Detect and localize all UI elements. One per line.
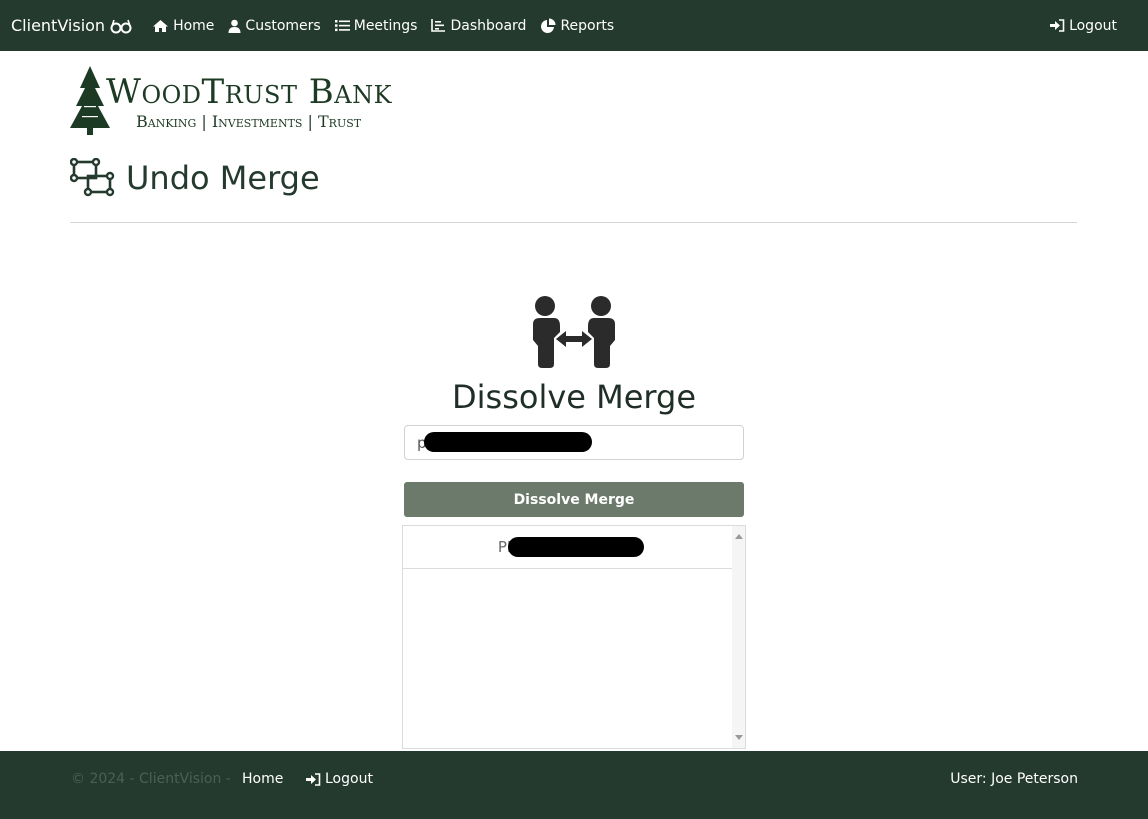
current-user: User: Joe Peterson — [950, 771, 1078, 787]
footer-logout-link[interactable]: Logout — [306, 771, 373, 787]
brand[interactable]: ClientVision — [11, 16, 132, 35]
redaction-bar — [508, 537, 644, 557]
bank-logo: WoodTrust Bank Banking | Investments | T… — [70, 66, 440, 138]
footer-home-link[interactable]: Home — [242, 771, 283, 787]
dissolve-merge-button[interactable]: Dissolve Merge — [404, 482, 744, 517]
people-arrows-icon — [533, 296, 615, 368]
nav-customers-label: Customers — [245, 17, 321, 34]
nav-reports-label: Reports — [560, 17, 615, 34]
glasses-icon — [110, 19, 132, 33]
page-header: Undo Merge — [70, 158, 320, 198]
nav-dashboard-label: Dashboard — [450, 17, 527, 34]
logo-bank-name: WoodTrust Bank — [106, 72, 393, 112]
nav-meetings[interactable]: Meetings — [334, 17, 418, 34]
footer: © 2024 - ClientVision - Home Logout User… — [0, 751, 1148, 819]
chart-icon — [431, 19, 446, 32]
user-icon — [228, 19, 241, 33]
sign-in-icon — [1050, 19, 1065, 32]
list-scrollbar[interactable] — [732, 526, 745, 748]
title-divider — [70, 222, 1077, 223]
top-navbar: ClientVision Home Customers Meetings Das… — [0, 0, 1148, 51]
nav-dashboard[interactable]: Dashboard — [431, 18, 526, 34]
pine-tree-icon — [70, 66, 110, 135]
nav-customers[interactable]: Customers — [228, 17, 321, 34]
home-icon — [153, 19, 169, 32]
logo-tagline: Banking | Investments | Trust — [136, 112, 362, 131]
footer-logout-label: Logout — [325, 771, 373, 787]
sign-in-icon — [306, 772, 321, 786]
scroll-up-arrow-icon[interactable] — [735, 534, 743, 539]
redaction-bar — [424, 432, 592, 452]
scroll-down-arrow-icon[interactable] — [735, 735, 743, 740]
dissolve-merge-heading: Dissolve Merge — [451, 378, 697, 416]
nav-meetings-label: Meetings — [353, 17, 418, 34]
nav-home-label: Home — [173, 17, 215, 34]
nav-logout[interactable]: Logout — [1050, 0, 1117, 51]
nav-logout-label: Logout — [1069, 17, 1117, 34]
pie-chart-icon — [541, 18, 556, 33]
nav-reports[interactable]: Reports — [540, 18, 614, 34]
brand-name: ClientVision — [11, 16, 106, 35]
page-title: Undo Merge — [126, 159, 320, 197]
object-ungroup-icon — [70, 158, 115, 197]
list-icon — [334, 20, 350, 32]
nav-home[interactable]: Home — [152, 18, 214, 34]
copyright: © 2024 - ClientVision - — [71, 771, 231, 787]
result-list[interactable]: PH — [402, 525, 746, 749]
